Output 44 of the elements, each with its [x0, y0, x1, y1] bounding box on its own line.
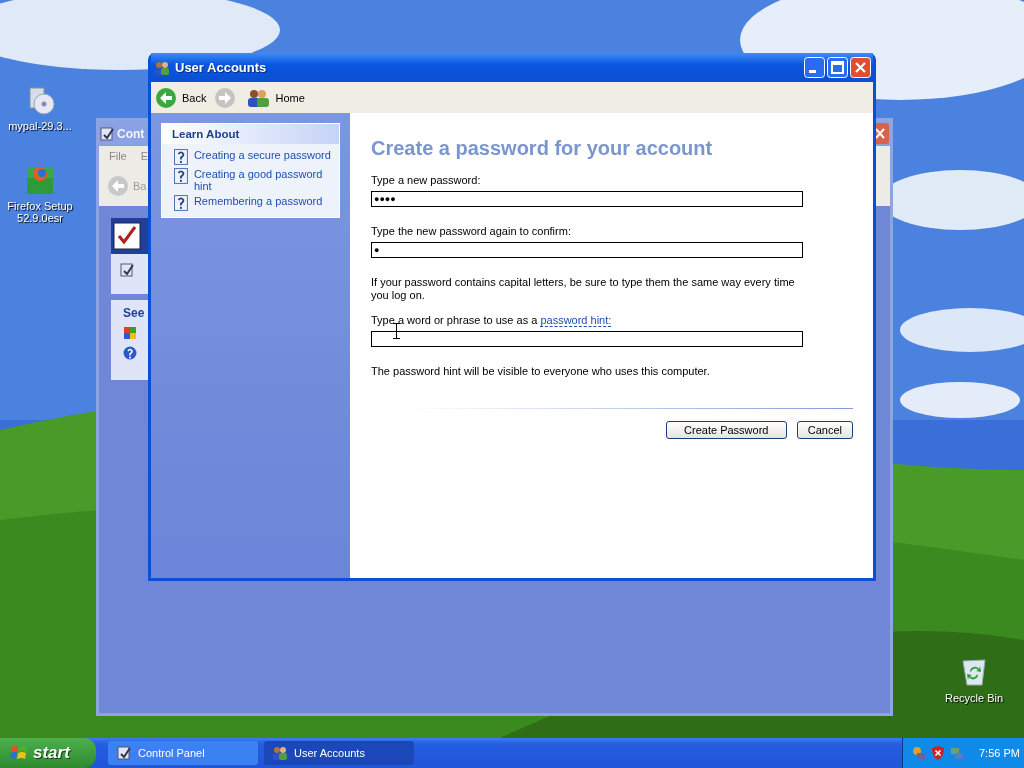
- taskbar-button[interactable]: Control Panel: [108, 741, 258, 765]
- field-label: Type a new password:: [371, 174, 482, 186]
- help-link[interactable]: Creating a good password hint: [193, 168, 333, 192]
- cancel-button[interactable]: Cancel: [796, 421, 853, 439]
- control-panel-icon: [116, 745, 132, 761]
- create-password-button[interactable]: Create Password: [665, 421, 787, 439]
- help-topic-icon: [174, 195, 188, 211]
- clock: 7:56 PM: [979, 747, 1020, 759]
- hint-field[interactable]: [371, 331, 803, 347]
- control-panel-icon: [99, 125, 115, 142]
- help-icon: [123, 346, 137, 360]
- back-button[interactable]: Back: [155, 86, 207, 109]
- desktop-icon-label[interactable]: Recycle Bin: [944, 692, 1004, 704]
- password-field[interactable]: ●●●●: [371, 191, 803, 207]
- help-topic-icon: [174, 149, 188, 165]
- panel-title: See: [123, 306, 146, 320]
- maximize-icon[interactable]: [827, 57, 848, 78]
- users-icon: [272, 745, 288, 761]
- checklist-icon: [113, 222, 141, 250]
- field-label: Type the new password again to confirm:: [371, 225, 572, 237]
- password-hint-link[interactable]: password hint:: [540, 314, 612, 327]
- panel-title: Learn About: [172, 128, 240, 140]
- home-button[interactable]: Home: [246, 87, 305, 108]
- page-heading: Create a password for your account: [371, 137, 714, 160]
- window-title: User Accounts: [175, 60, 268, 75]
- help-topic-icon: [174, 168, 188, 184]
- taskbar-button[interactable]: User Accounts: [264, 741, 414, 765]
- window-title: Cont: [117, 126, 145, 141]
- desktop-icon-label[interactable]: Firefox Setup 52.9.0esr: [4, 200, 76, 224]
- text-cursor-icon: [393, 323, 400, 339]
- hint-note: The password hint will be visible to everyone who uses this computer.: [371, 365, 711, 377]
- help-link[interactable]: Creating a secure password: [193, 149, 333, 161]
- windows-logo-icon: [123, 326, 137, 340]
- close-icon[interactable]: [850, 57, 871, 78]
- windows-logo-icon: [10, 744, 28, 762]
- minimize-icon[interactable]: [804, 57, 825, 78]
- password-field[interactable]: ●: [371, 242, 803, 258]
- security-shield-icon[interactable]: [931, 745, 945, 761]
- users-icon: [246, 87, 271, 108]
- caps-note: If your password contains capital letters, be sure to type them the same way every time you log on.: [371, 276, 796, 302]
- users-icon: [154, 59, 170, 76]
- desktop-icon-label[interactable]: mypal-29.3...: [8, 120, 72, 132]
- help-link[interactable]: Remembering a password: [193, 195, 333, 207]
- control-panel-icon: [119, 262, 135, 278]
